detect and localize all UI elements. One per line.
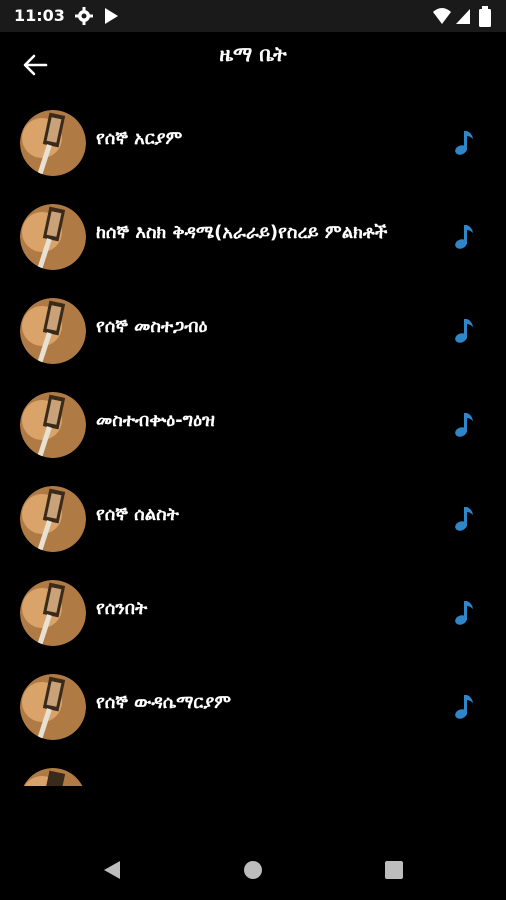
song-thumbnail (20, 580, 86, 646)
list-item[interactable]: የሰኞ ሰልስት (0, 472, 506, 566)
song-title: የሰኞ መስተጋብዕ (96, 316, 208, 337)
list-item[interactable]: መስተብቍዕ-ግዕዝ (0, 378, 506, 472)
song-title: የሰንበት (96, 598, 148, 619)
navigation-bar (0, 840, 506, 900)
home-circle-icon[interactable] (241, 858, 265, 882)
list-item[interactable]: ከሰኞ እስክ ቅዳሜ(አራራይ)የስረይ ምልክቶች (0, 190, 506, 284)
music-note-icon[interactable] (452, 129, 474, 157)
song-thumbnail (20, 110, 86, 176)
back-triangle-icon[interactable] (100, 858, 124, 882)
list-item[interactable]: የሰኞ አርያም (0, 96, 506, 190)
list-item[interactable]: የሰኞ ውዳሴማርያም (0, 660, 506, 754)
song-thumbnail (20, 204, 86, 270)
list-item[interactable] (0, 754, 506, 786)
music-note-icon[interactable] (452, 411, 474, 439)
song-title: መስተብቍዕ-ግዕዝ (96, 410, 215, 431)
gear-icon (75, 7, 93, 25)
page-title: ዜማ ቤት (219, 42, 287, 66)
song-thumbnail (23, 768, 83, 786)
song-title: የሰኞ አርያም (96, 128, 183, 149)
recents-square-icon[interactable] (382, 858, 406, 882)
status-time: 11:03 (14, 6, 65, 25)
song-title: የሰኞ ውዳሴማርያም (96, 692, 232, 713)
music-note-icon[interactable] (452, 317, 474, 345)
song-thumbnail (20, 486, 86, 552)
wifi-icon (433, 8, 451, 24)
song-list[interactable]: የሰኞ አርያም ከሰኞ እስክ ቅዳሜ(አራራይ)የስረይ ምልክቶች የሰኞ… (0, 96, 506, 786)
list-item[interactable]: የሰኞ መስተጋብዕ (0, 284, 506, 378)
play-icon (105, 8, 118, 24)
music-note-icon[interactable] (452, 693, 474, 721)
battery-icon (479, 6, 491, 27)
music-note-icon[interactable] (452, 223, 474, 251)
song-thumbnail (20, 674, 86, 740)
app-bar: ዜማ ቤት (0, 32, 506, 96)
song-title: ከሰኞ እስክ ቅዳሜ(አራራይ)የስረይ ምልክቶች (96, 222, 388, 243)
song-thumbnail (20, 392, 86, 458)
status-bar: 11:03 (0, 0, 506, 32)
list-item[interactable]: የሰንበት (0, 566, 506, 660)
music-note-icon[interactable] (452, 505, 474, 533)
signal-icon (456, 9, 470, 24)
song-title: የሰኞ ሰልስት (96, 504, 179, 525)
music-note-icon[interactable] (452, 599, 474, 627)
song-thumbnail (20, 298, 86, 364)
